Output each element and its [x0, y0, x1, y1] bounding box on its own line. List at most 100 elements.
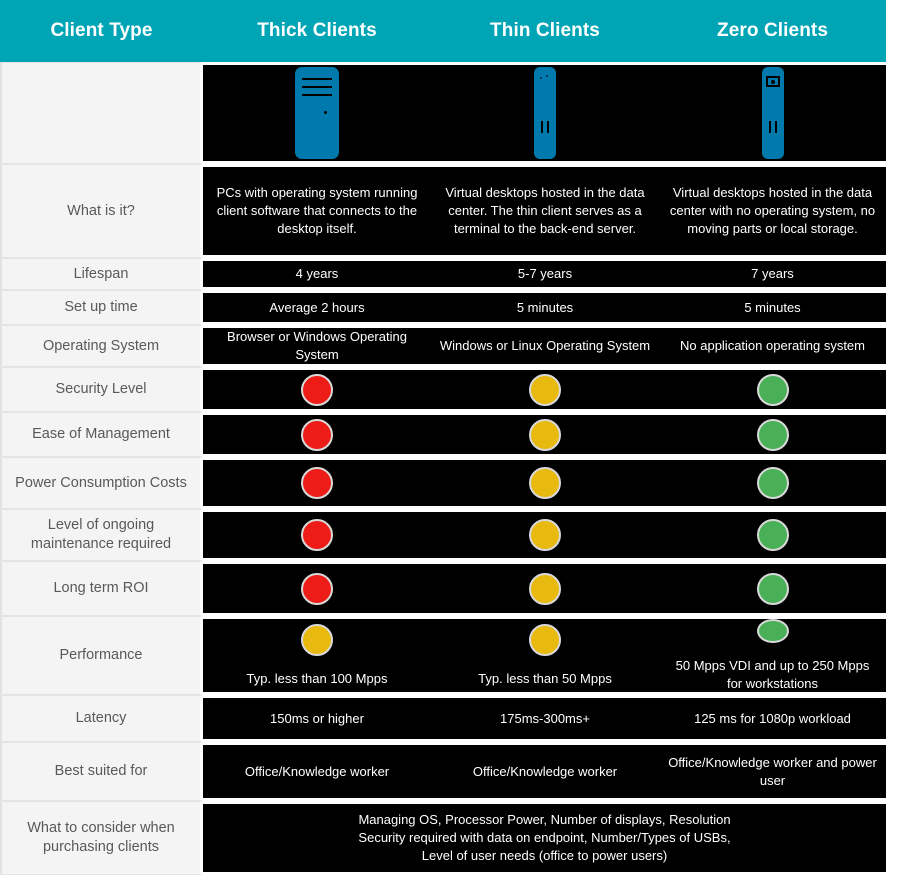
cell-zero-power-consumption — [659, 457, 886, 509]
right-gutter — [886, 561, 900, 616]
cell-thin-power-consumption — [431, 457, 659, 509]
table-row-long-term-roi: Long term ROI — [0, 561, 900, 616]
consider-line-3: Level of user needs (office to power use… — [421, 848, 668, 863]
cell-thick-what-is-it: PCs with operating system running client… — [203, 164, 431, 258]
row-label-ease-of-management: Ease of Management — [0, 412, 203, 457]
right-gutter — [886, 801, 900, 875]
cell-thin-operating-system: Windows or Linux Operating System — [431, 325, 659, 367]
right-gutter — [886, 695, 900, 742]
cell-thick-setup-time: Average 2 hours — [203, 290, 431, 325]
table-row-maintenance: Level of ongoing maintenance required — [0, 509, 900, 561]
status-dot-green — [756, 373, 789, 406]
status-dot-red — [301, 572, 333, 605]
right-gutter — [886, 325, 900, 367]
header-thick-clients: Thick Clients — [257, 20, 377, 41]
performance-thin-text: Typ. less than 50 Mpps — [478, 670, 612, 686]
client-comparison-table: Client Type Thick Clients Thin Clients Z… — [0, 0, 900, 896]
status-dot-green — [756, 519, 789, 551]
table-row-best-suited-for: Best suited for Office/Knowledge worker … — [0, 742, 900, 801]
right-gutter — [886, 290, 900, 325]
status-dot-green — [756, 572, 789, 605]
cell-thin-performance: Typ. less than 50 Mpps — [431, 616, 659, 695]
cell-zero-ease-of-management — [659, 412, 886, 457]
cell-thin-best-suited-for: Office/Knowledge worker — [431, 742, 659, 801]
row-label-what-is-it: What is it? — [0, 164, 203, 258]
row-label-operating-system: Operating System — [0, 325, 203, 367]
status-dot-red — [301, 467, 333, 499]
status-dot-yellow — [529, 418, 561, 451]
header-client-type: Client Type — [50, 20, 153, 41]
cell-thin-maintenance — [431, 509, 659, 561]
consider-line-1: Managing OS, Processor Power, Number of … — [358, 812, 731, 827]
cell-thick-ease-of-management — [203, 412, 431, 457]
cell-thin-what-is-it: Virtual desktops hosted in the data cent… — [431, 164, 659, 258]
status-dot-red — [301, 519, 333, 551]
cell-thin-latency: 175ms-300ms+ — [431, 695, 659, 742]
header-thin-clients: Thin Clients — [490, 20, 600, 41]
desktop-tower-icon — [295, 67, 339, 159]
thin-client-device-icon — [534, 67, 556, 159]
cell-thin-security-level — [431, 367, 659, 412]
status-dot-green — [756, 619, 789, 643]
right-gutter — [886, 62, 900, 164]
cell-thick-device-icon — [203, 62, 431, 164]
cell-thin-ease-of-management — [431, 412, 659, 457]
right-gutter — [886, 742, 900, 801]
table-row-latency: Latency 150ms or higher 175ms-300ms+ 125… — [0, 695, 900, 742]
status-dot-yellow — [529, 467, 561, 499]
row-label-performance: Performance — [0, 616, 203, 695]
row-label-maintenance: Level of ongoing maintenance required — [0, 509, 203, 561]
right-gutter — [886, 258, 900, 290]
cell-thick-latency: 150ms or higher — [203, 695, 431, 742]
row-label-security-level: Security Level — [0, 367, 203, 412]
row-label-long-term-roi: Long term ROI — [0, 561, 203, 616]
cell-thick-security-level — [203, 367, 431, 412]
cell-what-to-consider: Managing OS, Processor Power, Number of … — [203, 801, 886, 875]
table-row-operating-system: Operating System Browser or Windows Oper… — [0, 325, 900, 367]
right-gutter — [886, 367, 900, 412]
status-dot-yellow — [529, 623, 561, 656]
cell-zero-setup-time: 5 minutes — [659, 290, 886, 325]
right-gutter — [886, 509, 900, 561]
cell-thick-operating-system: Browser or Windows Operating System — [203, 325, 431, 367]
table-row-lifespan: Lifespan 4 years 5-7 years 7 years — [0, 258, 900, 290]
status-dot-green — [756, 418, 789, 451]
row-label-device-icons — [0, 62, 203, 164]
right-gutter — [886, 616, 900, 695]
cell-thick-best-suited-for: Office/Knowledge worker — [203, 742, 431, 801]
row-label-setup-time: Set up time — [0, 290, 203, 325]
header-zero-clients: Zero Clients — [717, 20, 828, 41]
cell-zero-device-icon — [659, 62, 886, 164]
zero-client-device-icon — [761, 67, 784, 159]
status-dot-yellow — [301, 623, 333, 656]
cell-zero-lifespan: 7 years — [659, 258, 886, 290]
status-dot-green — [756, 467, 789, 499]
cell-zero-operating-system: No application operating system — [659, 325, 886, 367]
table-row-performance: Performance Typ. less than 100 Mpps Typ.… — [0, 616, 900, 695]
cell-thick-maintenance — [203, 509, 431, 561]
cell-zero-best-suited-for: Office/Knowledge worker and power user — [659, 742, 886, 801]
status-dot-red — [301, 418, 333, 451]
row-label-what-to-consider: What to consider when purchasing clients — [0, 801, 203, 875]
table-row-setup-time: Set up time Average 2 hours 5 minutes 5 … — [0, 290, 900, 325]
table-row-ease-of-management: Ease of Management — [0, 412, 900, 457]
cell-zero-long-term-roi — [659, 561, 886, 616]
status-dot-red — [301, 373, 333, 406]
cell-zero-security-level — [659, 367, 886, 412]
row-label-best-suited-for: Best suited for — [0, 742, 203, 801]
cell-zero-what-is-it: Virtual desktops hosted in the data cent… — [659, 164, 886, 258]
table-body: What is it? PCs with operating system ru… — [0, 62, 900, 875]
right-gutter — [886, 164, 900, 258]
performance-zero-text: 50 Mpps VDI and up to 250 Mpps for works… — [675, 658, 870, 691]
table-row-device-icons — [0, 62, 900, 164]
row-label-power-consumption: Power Consumption Costs — [0, 457, 203, 509]
right-gutter — [886, 412, 900, 457]
cell-thick-long-term-roi — [203, 561, 431, 616]
cell-zero-performance: 50 Mpps VDI and up to 250 Mpps for works… — [659, 616, 886, 695]
status-dot-yellow — [529, 373, 561, 406]
row-label-latency: Latency — [0, 695, 203, 742]
cell-zero-maintenance — [659, 509, 886, 561]
table-header-row: Client Type Thick Clients Thin Clients Z… — [0, 0, 886, 62]
consider-line-2: Security required with data on endpoint,… — [358, 830, 731, 845]
cell-thin-setup-time: 5 minutes — [431, 290, 659, 325]
